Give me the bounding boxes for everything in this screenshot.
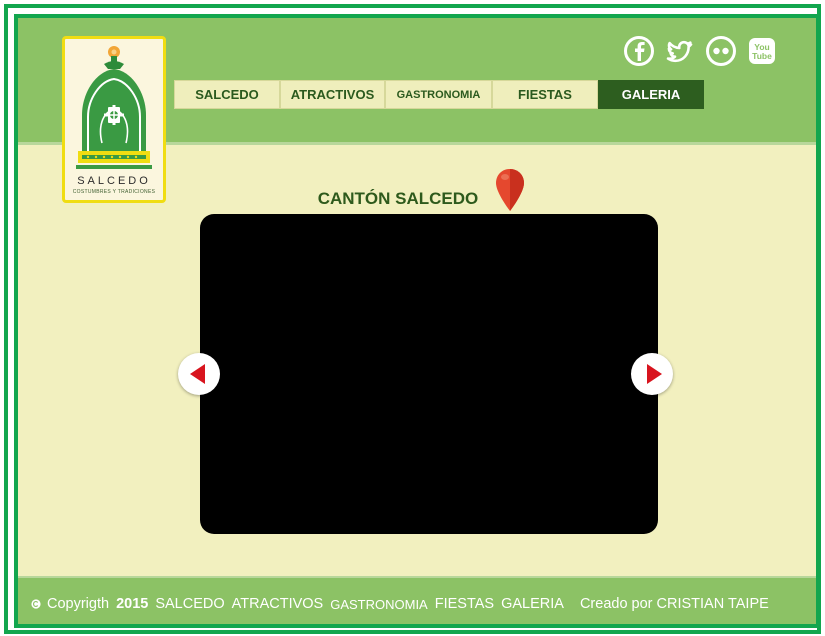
footer-year: 2015	[116, 596, 149, 612]
footer-link-galeria[interactable]: GALERIA	[501, 596, 564, 612]
page-container: SALCEDO ATRACTIVOS GASTRONOMIA FIESTAS G…	[14, 14, 820, 628]
youtube-icon[interactable]: You Tube	[746, 35, 778, 67]
footer-link-salcedo[interactable]: SALCEDO	[155, 596, 224, 612]
twitter-icon[interactable]	[664, 35, 696, 67]
salcedo-logo[interactable]: SALCEDO COSTUMBRES Y TRADICIONES	[62, 36, 166, 203]
youtube-icon-text-bottom: Tube	[752, 51, 772, 61]
map-pin-icon	[495, 168, 525, 217]
arrow-left-icon[interactable]	[178, 353, 220, 395]
flickr-icon[interactable]	[705, 35, 737, 67]
footer-link-fiestas[interactable]: FIESTAS	[435, 596, 494, 612]
gallery-image-viewer[interactable]	[200, 214, 658, 534]
nav-item-gastronomia[interactable]: GASTRONOMIA	[385, 80, 492, 109]
gallery-title: CANTÓN SALCEDO	[317, 189, 479, 208]
footer-copyright: Copyrigth	[47, 596, 110, 612]
gallery-section: CANTÓN SALCEDO	[18, 145, 816, 575]
footer-link-atractivos[interactable]: ATRACTIVOS	[232, 596, 324, 612]
arrow-right-icon[interactable]	[631, 353, 673, 395]
nav-item-galeria[interactable]: GALERIA	[598, 80, 704, 109]
logo-title: SALCEDO	[77, 175, 151, 187]
nav-item-fiestas[interactable]: FIESTAS	[492, 80, 598, 109]
nav-item-atractivos[interactable]: ATRACTIVOS	[280, 80, 385, 109]
copyright-icon	[31, 599, 41, 609]
footer-bar: Copyrigth 2015 SALCEDO ATRACTIVOS GASTRO…	[18, 576, 816, 624]
footer-credit: Creado por CRISTIAN TAIPE	[579, 596, 769, 612]
church-dome-logo-icon	[76, 46, 152, 169]
footer-link-gastronomia[interactable]: GASTRONOMIA	[330, 597, 428, 612]
nav-item-salcedo[interactable]: SALCEDO	[174, 80, 280, 109]
facebook-icon[interactable]	[623, 35, 655, 67]
logo-subtitle: COSTUMBRES Y TRADICIONES	[72, 189, 156, 195]
